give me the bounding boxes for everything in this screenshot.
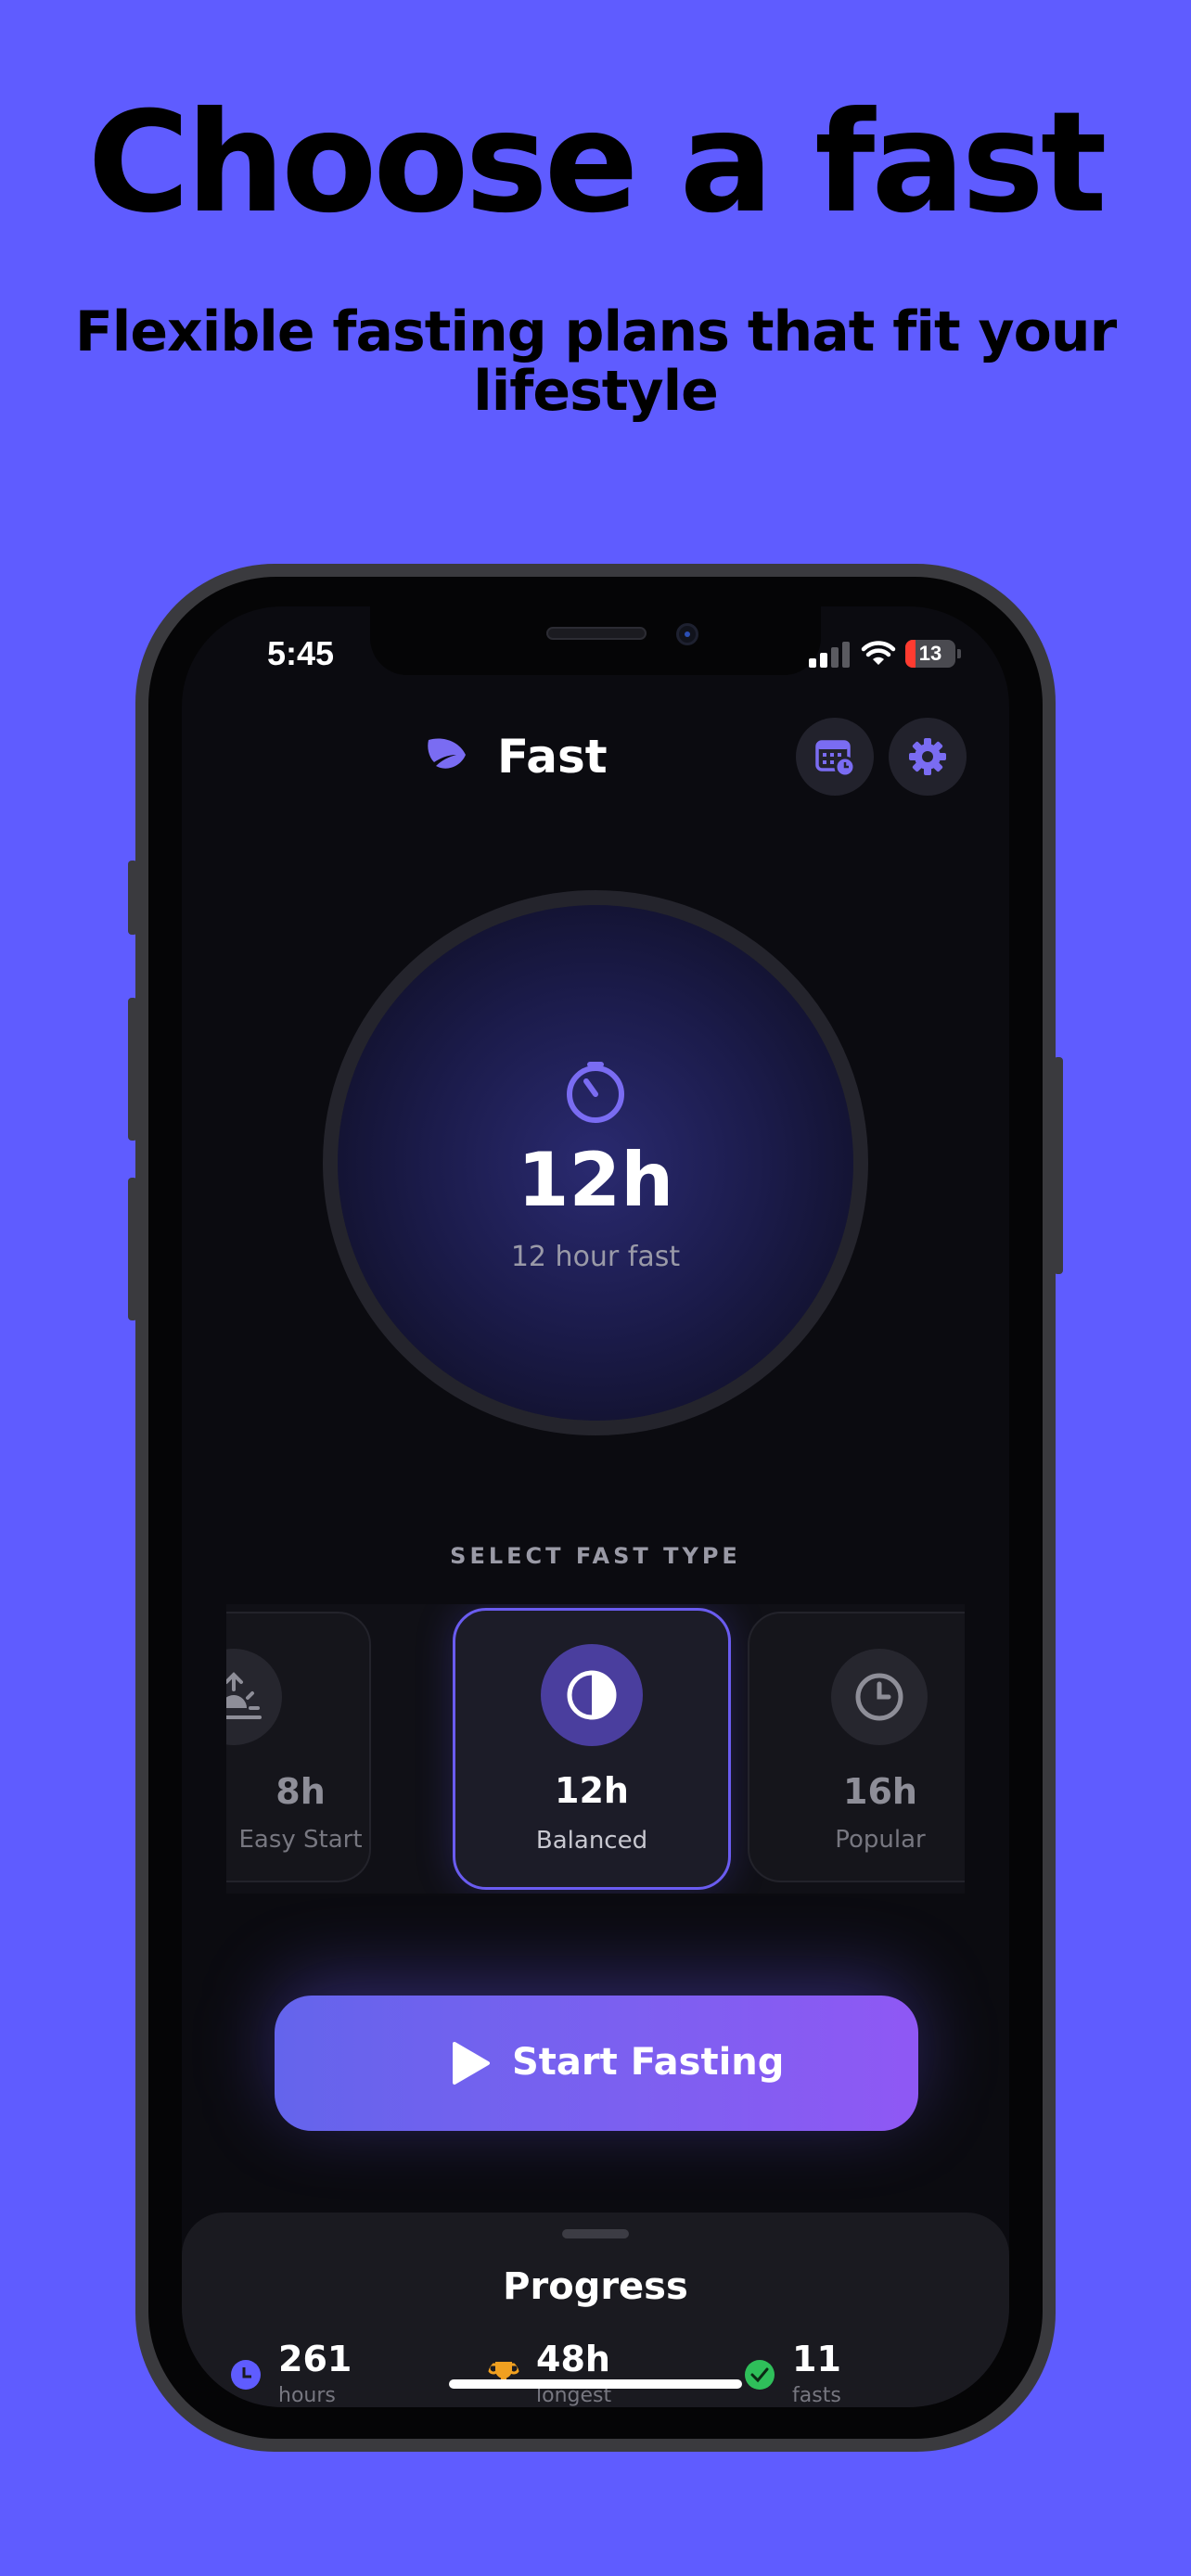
timer-caption: 12 hour fast (510, 1241, 681, 1273)
card-name: Easy Start (238, 1826, 363, 1854)
check-icon (745, 2360, 775, 2390)
fast-type-carousel[interactable]: 8h Easy Start 12h Balanced 16h Popular (226, 1604, 965, 1894)
card-icon-bg (831, 1649, 928, 1745)
earpiece-speaker (546, 627, 647, 640)
battery-percent: 13 (918, 642, 942, 665)
card-hours: 8h (275, 1771, 326, 1812)
progress-title: Progress (503, 2265, 688, 2308)
timer-icon (567, 1062, 624, 1123)
status-time: 5:45 (267, 634, 335, 672)
sheet-grabber[interactable] (562, 2229, 629, 2238)
half-circle-icon (567, 1670, 617, 1720)
front-camera (676, 623, 698, 645)
cellular-signal-icon (809, 640, 852, 668)
battery-tip (957, 649, 961, 658)
notch (370, 606, 821, 675)
play-icon (453, 2042, 490, 2085)
start-fasting-button[interactable]: Start Fasting (275, 1996, 918, 2131)
app-header: Fast (182, 718, 1009, 796)
wifi-icon (861, 641, 896, 665)
app-screen: 5:45 13 Fast 12h 12 hour fast SELECT FAS… (182, 606, 1009, 2407)
card-hours: 16h (843, 1771, 917, 1812)
settings-button[interactable] (889, 718, 967, 796)
stat-value: 261 (278, 2339, 352, 2379)
fast-type-section-label: SELECT FAST TYPE (450, 1543, 741, 1569)
fast-type-card-easy-start[interactable]: 8h Easy Start (226, 1612, 371, 1882)
calendar-button[interactable] (796, 718, 874, 796)
app-title: Fast (497, 730, 608, 784)
stat-label: fasts (792, 2384, 841, 2407)
timer-value: 12h (517, 1137, 674, 1223)
card-name: Balanced (535, 1827, 648, 1855)
stat-label: hours (278, 2384, 336, 2407)
gear-icon (909, 738, 946, 775)
start-fasting-label: Start Fasting (512, 2041, 785, 2084)
card-icon-bg (226, 1649, 282, 1745)
stat-value: 48h (536, 2339, 610, 2379)
card-name: Popular (835, 1826, 926, 1854)
marketing-subheadline: Flexible fasting plans that fit your lif… (74, 300, 1117, 424)
calendar-clock-icon (815, 740, 855, 777)
card-icon-bg (541, 1644, 643, 1746)
fast-type-card-balanced[interactable]: 12h Balanced (453, 1608, 731, 1890)
fast-type-card-popular[interactable]: 16h Popular (748, 1612, 965, 1882)
clock-icon (231, 2360, 261, 2390)
clock-icon (855, 1673, 903, 1721)
home-indicator[interactable] (449, 2379, 742, 2389)
stat-value: 11 (792, 2339, 841, 2379)
battery-icon: 13 (905, 640, 955, 668)
leaf-icon (428, 738, 466, 769)
marketing-headline: Choose a fast (87, 83, 1107, 244)
card-hours: 12h (555, 1770, 629, 1811)
sunrise-icon (226, 1672, 262, 1719)
progress-sheet[interactable]: Progress 261 hours 48h longest 11 fasts (182, 2213, 1009, 2407)
